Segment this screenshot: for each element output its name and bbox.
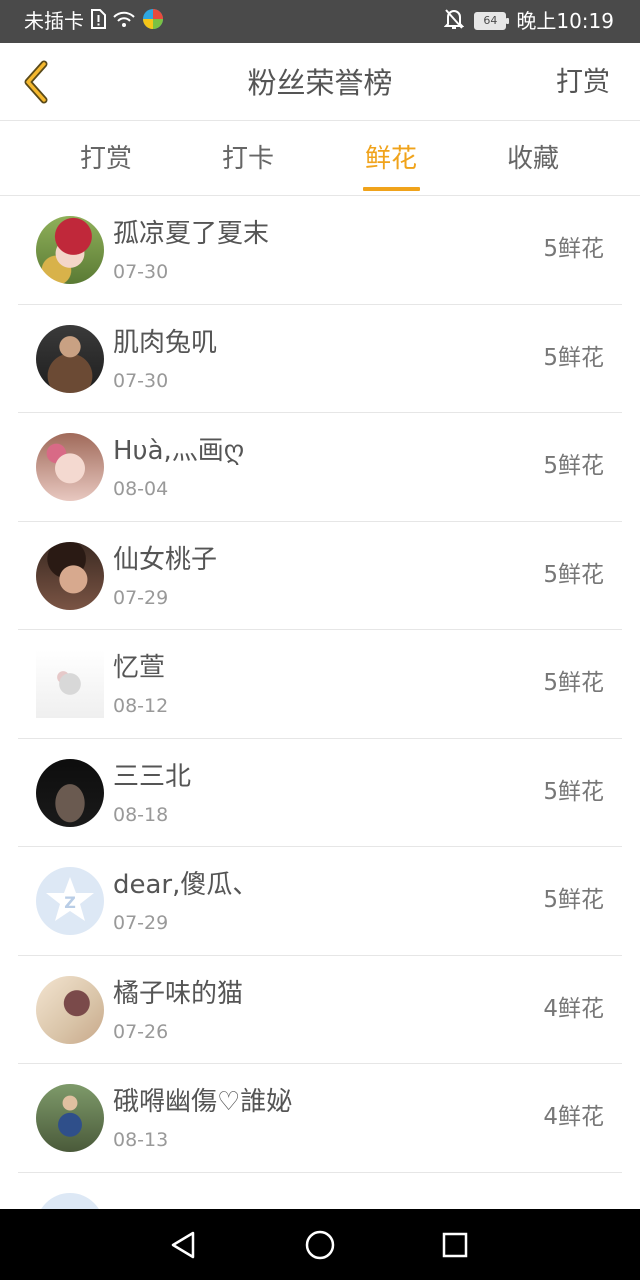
status-left: 未插卡 <box>24 8 164 34</box>
back-triangle-icon <box>169 1230 197 1260</box>
top-nav-bar: 粉丝荣誉榜 打赏 <box>0 43 640 121</box>
fan-name: 硪嘚幽傷♡誰妼 <box>113 1086 292 1118</box>
avatar <box>36 976 104 1044</box>
recents-square-icon <box>441 1231 469 1259</box>
flower-count: 5鲜花 <box>543 343 604 373</box>
bell-off-icon <box>444 8 464 34</box>
fan-name: 仙女桃子 <box>113 544 217 576</box>
carrier-text: 未插卡 <box>24 8 84 34</box>
tab-reward[interactable]: 打赏 <box>35 121 177 196</box>
fan-date: 07-30 <box>113 260 168 284</box>
tab-bar: 打赏 打卡 鲜花 收藏 <box>0 121 640 196</box>
avatar <box>36 542 104 610</box>
list-item[interactable]: 忆萱 08-12 5鲜花 <box>0 630 640 739</box>
tab-flowers[interactable]: 鲜花 <box>320 121 462 196</box>
default-avatar-icon: Z <box>42 873 98 929</box>
sim-alert-icon <box>90 9 106 33</box>
system-nav-bar <box>0 1209 640 1280</box>
list-item[interactable]: 仙女桃子 07-29 5鲜花 <box>0 522 640 631</box>
chevron-left-icon <box>18 58 52 106</box>
fan-date: 07-26 <box>113 1020 168 1044</box>
fan-date: 08-18 <box>113 803 168 827</box>
avatar <box>36 650 104 718</box>
home-circle-icon <box>304 1229 336 1261</box>
fan-name: 橘子味的猫 <box>113 978 243 1010</box>
reward-button[interactable]: 打赏 <box>556 65 610 101</box>
fan-date: 08-04 <box>113 477 168 501</box>
system-home-button[interactable] <box>300 1225 340 1265</box>
list-item[interactable]: 孤凉夏了夏末 07-30 5鲜花 <box>0 196 640 305</box>
fan-date: 07-30 <box>113 369 168 393</box>
tab-favorites[interactable]: 收藏 <box>462 121 604 196</box>
list-item[interactable]: 三三北 08-18 5鲜花 <box>0 739 640 848</box>
page-title: 粉丝荣誉榜 <box>0 65 640 101</box>
flower-count: 5鲜花 <box>543 885 604 915</box>
battery-icon: 64 <box>474 12 506 30</box>
svg-text:Z: Z <box>64 893 76 912</box>
fan-date: 08-13 <box>113 1128 168 1152</box>
status-right: 64 晚上10:19 <box>444 8 614 34</box>
flower-count: 5鲜花 <box>543 234 604 264</box>
fan-name: dear,傻瓜、 <box>113 869 258 901</box>
status-bar: 未插卡 64 晚上10:19 <box>0 0 640 43</box>
clock-text: 晚上10:19 <box>516 8 614 34</box>
flower-count: 5鲜花 <box>543 451 604 481</box>
wifi-icon <box>112 9 136 33</box>
list-item[interactable]: 橘子味的猫 07-26 4鲜花 <box>0 956 640 1065</box>
flower-count: 4鲜花 <box>543 1102 604 1132</box>
system-recents-button[interactable] <box>435 1225 475 1265</box>
flower-count: 5鲜花 <box>543 560 604 590</box>
avatar <box>36 759 104 827</box>
avatar: Z <box>36 867 104 935</box>
fan-name: 三三北 <box>113 761 191 793</box>
active-tab-indicator <box>363 187 420 191</box>
flower-count: 4鲜花 <box>543 994 604 1024</box>
fan-name: Hυà,灬画ღ <box>113 435 244 467</box>
fan-date: 07-29 <box>113 586 168 610</box>
list-item[interactable]: Z dear,傻瓜、 07-29 5鲜花 <box>0 847 640 956</box>
system-back-button[interactable] <box>163 1225 203 1265</box>
fan-date: 07-29 <box>113 911 168 935</box>
list-item[interactable]: Hυà,灬画ღ 08-04 5鲜花 <box>0 413 640 522</box>
avatar <box>36 325 104 393</box>
avatar <box>36 216 104 284</box>
fan-date: 08-12 <box>113 694 168 718</box>
fan-name: 孤凉夏了夏末 <box>113 218 269 250</box>
flower-count: 5鲜花 <box>543 668 604 698</box>
fan-name: 肌肉兔叽 <box>113 327 217 359</box>
avatar <box>36 1084 104 1152</box>
app-logo-icon <box>142 8 164 34</box>
flower-count: 5鲜花 <box>543 777 604 807</box>
list-item[interactable]: 肌肉兔叽 07-30 5鲜花 <box>0 305 640 414</box>
list-item[interactable]: 硪嘚幽傷♡誰妼 08-13 4鲜花 <box>0 1064 640 1173</box>
fan-list: 孤凉夏了夏末 07-30 5鲜花 肌肉兔叽 07-30 5鲜花 Hυà,灬画ღ … <box>0 196 640 1281</box>
back-button[interactable] <box>12 55 58 109</box>
fan-name: 忆萱 <box>113 652 165 684</box>
avatar <box>36 433 104 501</box>
tab-checkin[interactable]: 打卡 <box>177 121 319 196</box>
